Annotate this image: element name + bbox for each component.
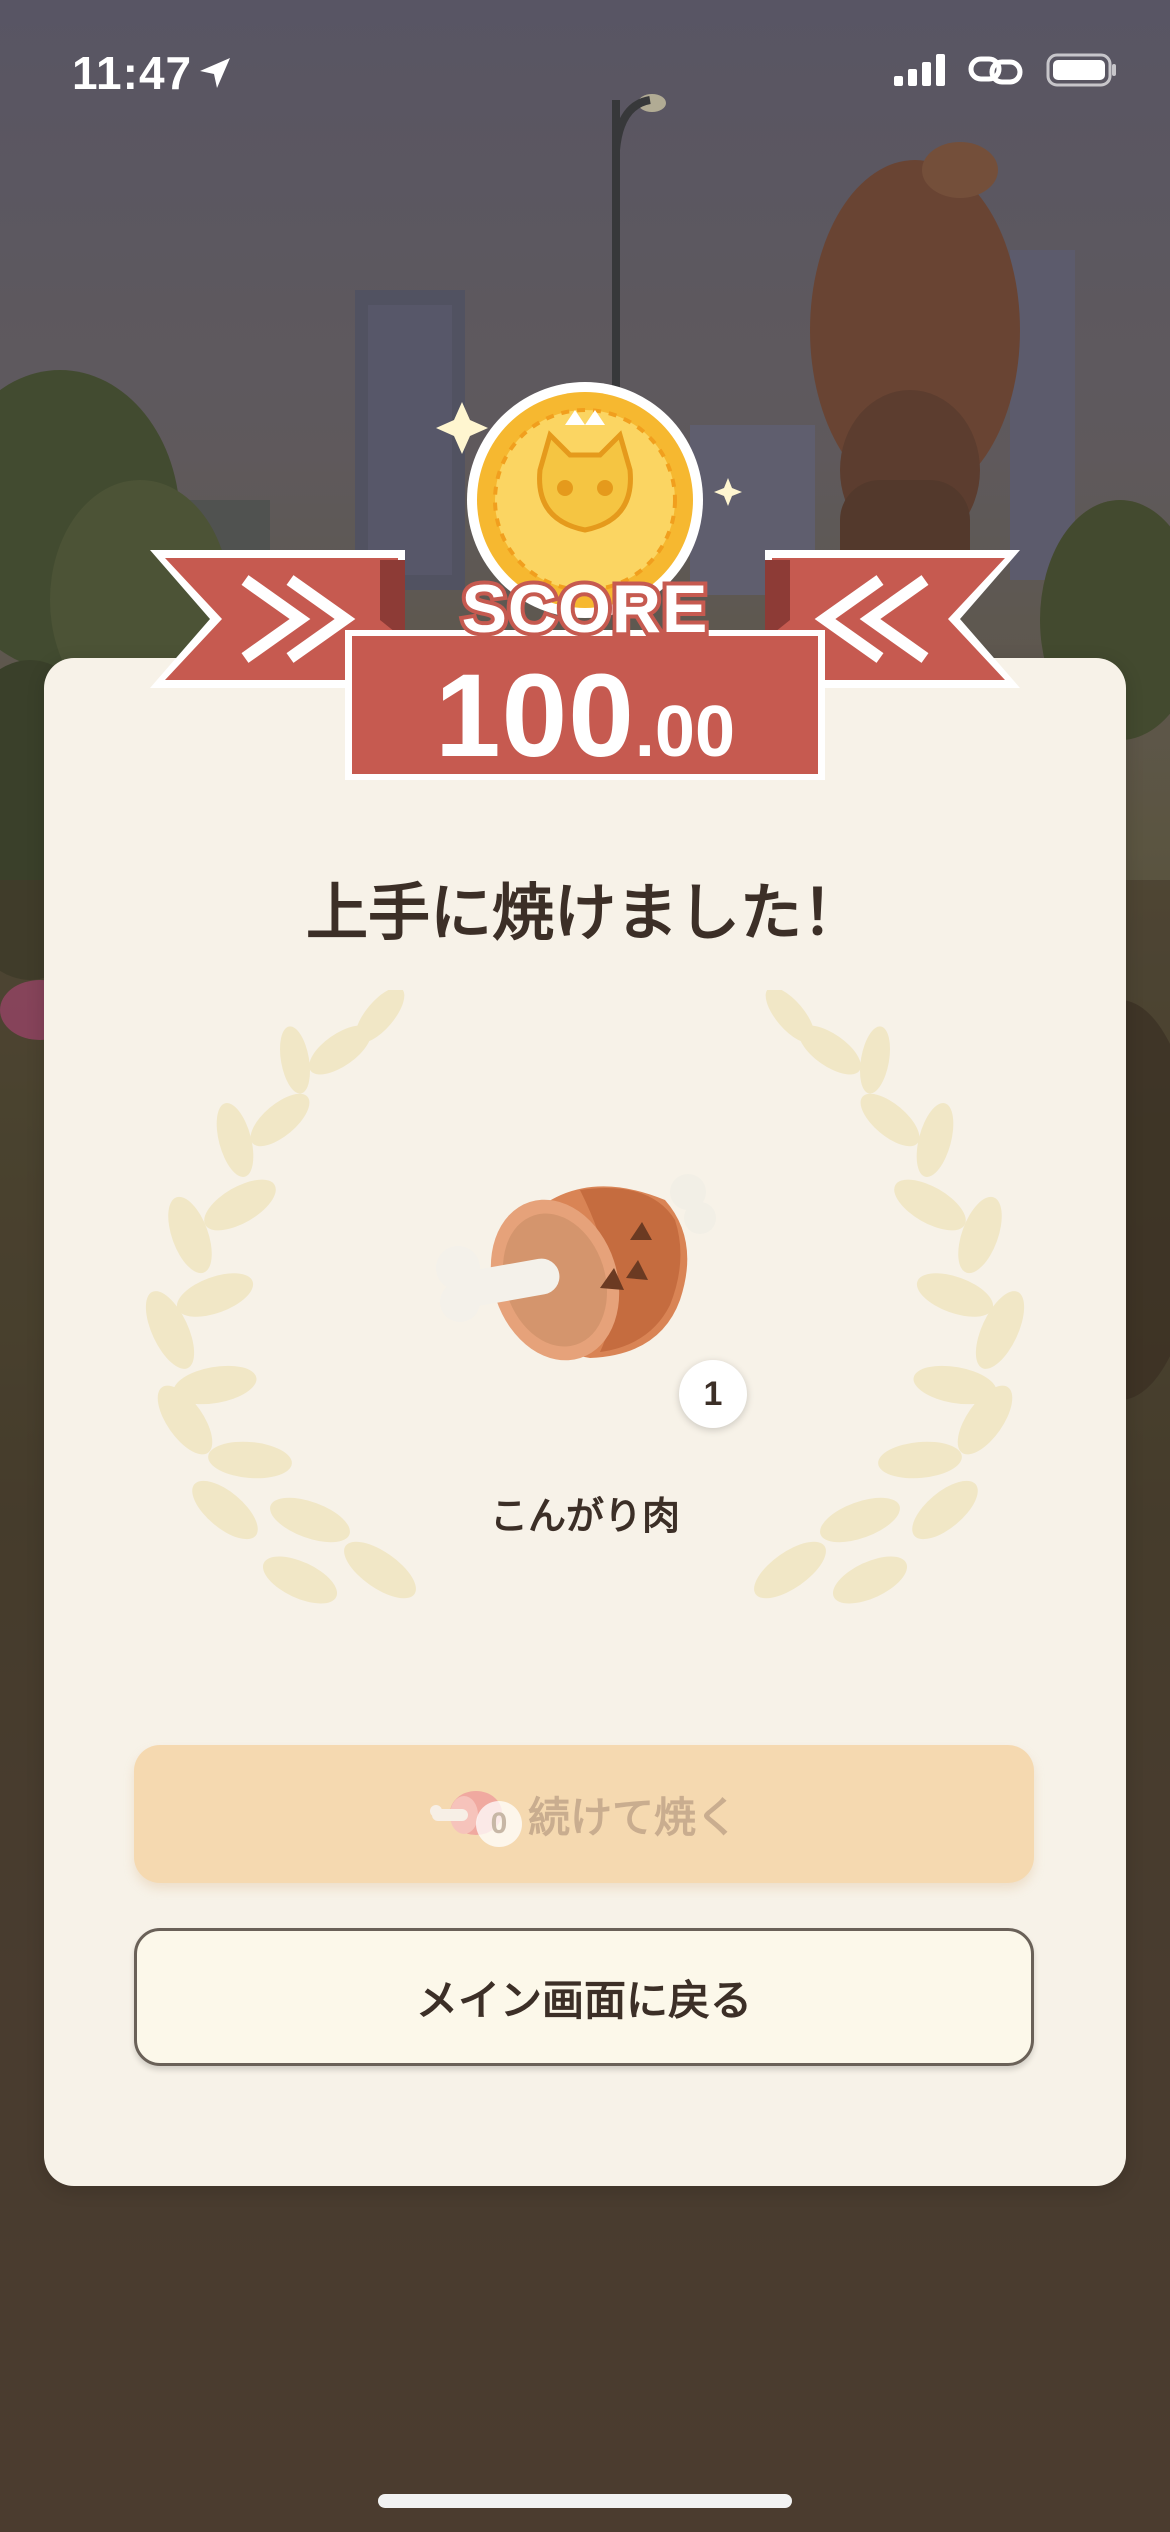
result-title: 上手に焼けました！ (305, 876, 864, 949)
return-to-main-button[interactable]: メイン画面に戻る (134, 1928, 1034, 2066)
score-decimal: .00 (634, 692, 735, 772)
score-value: 100.00 (0, 648, 1170, 784)
personal-hotspot-icon (968, 53, 1024, 91)
item-name: こんがり肉 (489, 1494, 680, 1538)
score-label: SCORE (458, 567, 712, 651)
return-to-main-label: メイン画面に戻る (415, 1975, 752, 2025)
score-integer: 100 (435, 650, 635, 782)
continue-roasting-button[interactable]: 0 続けて焼く (134, 1745, 1034, 1883)
cellular-signal-icon (894, 54, 946, 90)
battery-icon (1046, 52, 1118, 92)
roasted-meat-icon (436, 1174, 716, 1361)
status-bar: 11:47 (0, 0, 1170, 140)
item-count-badge: 1 (679, 1360, 747, 1428)
home-indicator[interactable] (378, 2494, 792, 2508)
location-arrow-icon (196, 54, 234, 96)
continue-roasting-label: 続けて焼く (527, 1792, 738, 1842)
status-time: 11:47 (72, 47, 193, 99)
continue-count-badge: 0 (475, 1801, 522, 1847)
raw-meat-icon: 0 (429, 1779, 522, 1849)
